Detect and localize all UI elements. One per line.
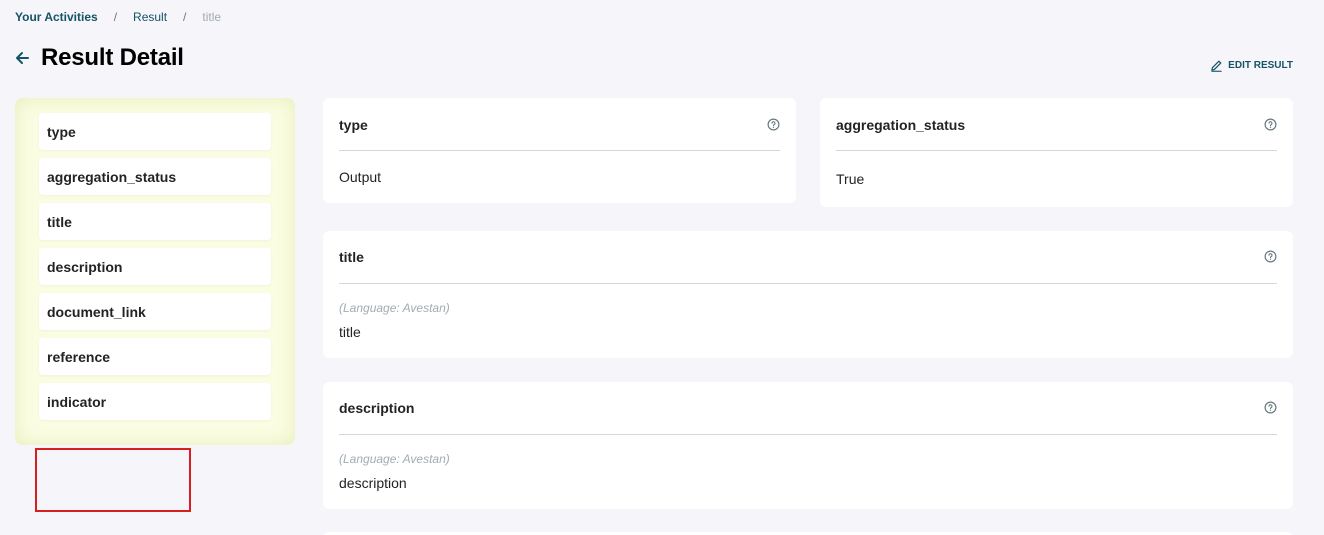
card-divider bbox=[339, 434, 1277, 435]
card-aggregation-status: aggregation_status True bbox=[820, 98, 1293, 207]
arrow-left-icon[interactable] bbox=[14, 50, 30, 66]
breadcrumb-result[interactable]: Result bbox=[133, 10, 167, 24]
card-type: type Output bbox=[323, 98, 796, 203]
card-title: title bbox=[339, 249, 364, 265]
page-title: Result Detail bbox=[41, 44, 184, 71]
breadcrumb-separator: / bbox=[183, 10, 187, 24]
question-circle-icon[interactable] bbox=[1264, 118, 1277, 131]
question-circle-icon[interactable] bbox=[767, 118, 780, 131]
sidebar-item-reference[interactable]: reference bbox=[39, 338, 271, 375]
sidebar-item-label: type bbox=[47, 123, 76, 140]
sidebar-item-label: document_link bbox=[47, 303, 146, 320]
sidebar-item-label: description bbox=[47, 258, 123, 275]
card-title-field: title (Language: Avestan) title bbox=[323, 231, 1293, 358]
question-circle-icon[interactable] bbox=[1264, 401, 1277, 414]
card-language: (Language: Avestan) bbox=[339, 301, 450, 315]
breadcrumb: Your Activities / Result / title bbox=[15, 10, 221, 24]
breadcrumb-separator: / bbox=[113, 10, 118, 24]
card-value: description bbox=[339, 475, 407, 491]
card-title: description bbox=[339, 400, 415, 416]
card-title: aggregation_status bbox=[836, 117, 966, 133]
sidebar-item-label: aggregation_status bbox=[47, 168, 177, 185]
sidebar-item-label: indicator bbox=[47, 393, 107, 410]
card-divider bbox=[339, 283, 1277, 284]
sidebar-item-label: reference bbox=[47, 348, 111, 365]
sidebar-item-type[interactable]: type bbox=[39, 113, 271, 150]
sidebar-item-description[interactable]: description bbox=[39, 248, 271, 285]
card-divider bbox=[339, 150, 780, 151]
page: Your Activities / Result / title Result … bbox=[0, 0, 1324, 535]
card-divider bbox=[836, 150, 1277, 151]
edit-result-label: EDIT RESULT bbox=[1228, 60, 1293, 71]
card-value: True bbox=[836, 171, 865, 187]
sidebar-item-title[interactable]: title bbox=[39, 203, 271, 240]
edit-result-button[interactable]: EDIT RESULT bbox=[1210, 59, 1293, 72]
breadcrumb-your-activities[interactable]: Your Activities bbox=[15, 10, 98, 24]
card-description: description (Language: Avestan) descript… bbox=[323, 382, 1293, 509]
card-title: type bbox=[339, 117, 368, 133]
sidebar-item-indicator[interactable]: indicator bbox=[39, 383, 271, 420]
sidebar-item-aggregation-status[interactable]: aggregation_status bbox=[39, 158, 271, 195]
pencil-icon bbox=[1210, 59, 1223, 72]
question-circle-icon[interactable] bbox=[1264, 250, 1277, 263]
highlight-box bbox=[35, 448, 191, 512]
card-language: (Language: Avestan) bbox=[339, 452, 450, 466]
section-sidebar: type aggregation_status title descriptio… bbox=[15, 98, 295, 445]
card-value: Output bbox=[339, 169, 382, 185]
breadcrumb-current: title bbox=[202, 10, 222, 24]
sidebar-item-document-link[interactable]: document_link bbox=[39, 293, 271, 330]
sidebar-item-label: title bbox=[47, 213, 72, 230]
card-value: title bbox=[339, 324, 361, 340]
